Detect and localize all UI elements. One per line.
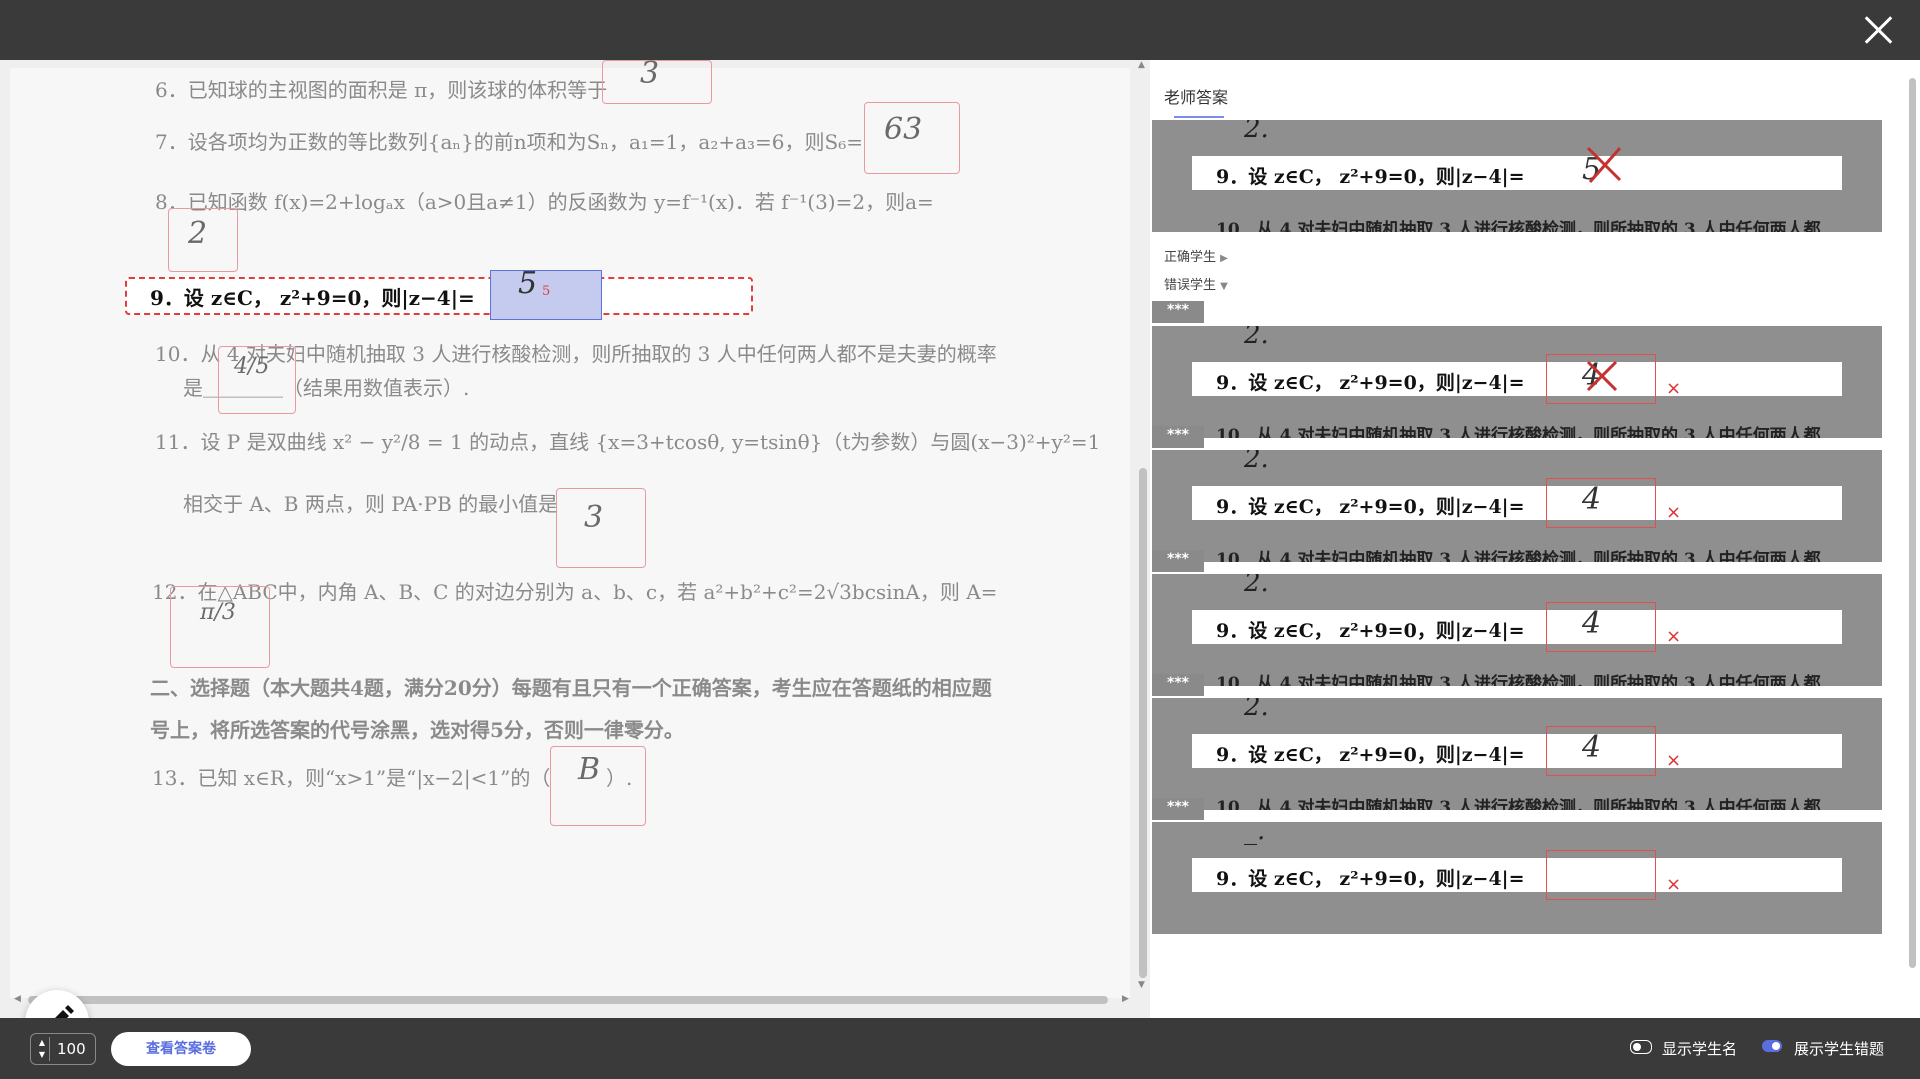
annotate-pen-button[interactable]	[25, 990, 89, 1018]
answer-7: 63	[884, 112, 923, 147]
answer-sheet-viewer[interactable]: 6．已知球的主视图的面积是 π，则该球的体积等于 3 7．设各项均为正数的等比数…	[0, 60, 1150, 1018]
show-student-errors-label: 展示学生错题	[1794, 1040, 1885, 1058]
next-question-fragment: 10．从 4 对夫妇中随机抽取 3 人进行核酸检测，则所抽取的 3 人中任何两人…	[1216, 674, 1821, 686]
next-question-fragment: 10．从 4 对夫妇中随机抽取 3 人进行核酸检测，则所抽取的 3 人中任何两人…	[1216, 798, 1821, 810]
student-question-text: 9．设 z∈C， z²+9=0，则|z−4|=	[1216, 868, 1525, 890]
show-student-name-toggle[interactable]	[1630, 1040, 1652, 1054]
question-11: 11．设 P 是双曲线 x² − y²/8 = 1 的动点，直线 {x=3+tc…	[155, 430, 1101, 454]
student-tag[interactable]: ***	[1152, 301, 1204, 323]
wrong-mark-icon: ×	[1666, 378, 1682, 399]
student-question-text: 9．设 z∈C， z²+9=0，则|z−4|=	[1216, 744, 1525, 766]
question-12: 12．在△ABC中，内角 A、B、C 的对边分别为 a、b、c，若 a²+b²+…	[152, 580, 998, 604]
bottom-toolbar: ▲ ▼ 100 查看答案卷 显示学生名 展示学生错题	[0, 1018, 1920, 1079]
answer-region-box	[1546, 478, 1656, 528]
answer-review-panel: 老师答案 2. 9．设 z∈C， z²+9=0，则|z−4|= 5 10．从 4…	[1150, 60, 1920, 1018]
question-13: 13．已知 x∈R，则“x>1”是“|x−2|<1”的（	[152, 766, 551, 790]
student-tag[interactable]: ***	[1152, 674, 1204, 696]
section-2-heading: 二、选择题（本大题共4题，满分20分）每题有且只有一个正确答案，考生应在答题纸的…	[150, 676, 992, 700]
panel-scroll-thumb[interactable]	[1909, 78, 1916, 968]
answer-region-box	[1546, 354, 1656, 404]
teacher-answer-strip: 2. 9．设 z∈C， z²+9=0，则|z−4|= 5 10．从 4 对夫妇中…	[1152, 120, 1882, 232]
answer-13: B	[578, 752, 601, 787]
toggle-knob	[1633, 1043, 1641, 1051]
view-answer-sheet-button[interactable]: 查看答案卷	[111, 1032, 251, 1066]
student-answer-strip[interactable]: _. 9．设 z∈C， z²+9=0，则|z−4|= ×	[1152, 822, 1882, 934]
question-11-cont: 相交于 A、B 两点，则 PA·PB 的最小值是	[183, 492, 559, 516]
answer-12: π/3	[200, 600, 236, 625]
prev-answer-fragment: 2.	[1244, 326, 1269, 350]
next-question-fragment: 10．从 4 对夫妇中随机抽取 3 人进行核酸检测，则所抽取的 3 人中任何两人…	[1216, 550, 1821, 562]
next-question-fragment: 10．从 4 对夫妇中随机抽取 3 人进行核酸检测，则所抽取的 3 人中任何两人…	[1216, 220, 1821, 232]
scroll-up-arrow-icon[interactable]: ▲	[1138, 60, 1145, 70]
show-student-errors-toggle[interactable]	[1762, 1040, 1782, 1052]
answer-region-box	[1546, 602, 1656, 652]
question-8: 8．已知函数 f(x)=2+logₐx（a>0且a≠1）的反函数为 y=f⁻¹(…	[155, 190, 934, 214]
student-tag[interactable]: ***	[1152, 798, 1204, 820]
wrong-mark-icon: ×	[1666, 750, 1682, 771]
cross-mark-icon	[1586, 146, 1622, 183]
zoom-stepper[interactable]: ▲ ▼ 100	[30, 1033, 96, 1065]
scroll-right-arrow-icon[interactable]: ▶	[1122, 994, 1129, 1004]
toggle-knob	[1772, 1042, 1780, 1050]
answer-8: 2	[188, 216, 208, 251]
answer-10: 4/5	[234, 354, 270, 379]
student-answer-strip[interactable]: 2. 9．设 z∈C， z²+9=0，则|z−4|= 4 × 10．从 4 对夫…	[1152, 574, 1882, 686]
answer-9-score: 5	[542, 284, 551, 299]
next-question-fragment: 10．从 4 对夫妇中随机抽取 3 人进行核酸检测，则所抽取的 3 人中任何两人…	[1216, 426, 1821, 438]
viewer-vertical-scroll-thumb[interactable]	[1139, 468, 1147, 978]
answer-6: 3	[640, 60, 660, 91]
viewer-vertical-scrollbar[interactable]	[1138, 68, 1148, 998]
prev-answer-fragment: _.	[1244, 822, 1266, 846]
caret-right-icon: ▶	[1220, 253, 1228, 264]
teacher-answer-tab[interactable]: 老师答案	[1164, 84, 1228, 108]
student-tag[interactable]: ***	[1152, 426, 1204, 448]
student-question-text: 9．设 z∈C， z²+9=0，则|z−4|=	[1216, 496, 1525, 518]
correct-students-label: 正确学生	[1164, 250, 1217, 265]
prev-answer-fragment: 2.	[1244, 450, 1269, 474]
student-tag[interactable]: ***	[1152, 550, 1204, 572]
answer-11: 3	[584, 500, 604, 535]
wrong-mark-icon: ×	[1666, 502, 1682, 523]
viewer-horizontal-scrollbar[interactable]	[10, 993, 1130, 1007]
question-7: 7．设各项均为正数的等比数列{aₙ}的前n项和为Sₙ，a₁=1，a₂+a₃=6，…	[155, 130, 864, 154]
zoom-spin-icon[interactable]: ▲ ▼	[35, 1037, 50, 1061]
wrong-students-toggle[interactable]: 错误学生 ▼	[1164, 274, 1228, 293]
question-6: 6．已知球的主视图的面积是 π，则该球的体积等于	[155, 78, 608, 102]
answer-box-12[interactable]	[170, 586, 270, 668]
correct-students-toggle[interactable]: 正确学生 ▶	[1164, 246, 1228, 265]
panel-scrollbar[interactable]	[1906, 68, 1918, 1008]
answer-9: 5	[518, 266, 538, 301]
pen-icon	[55, 1005, 74, 1018]
answer-region-box	[1546, 726, 1656, 776]
wrong-mark-icon: ×	[1666, 626, 1682, 647]
scroll-down-arrow-icon[interactable]: ▼	[1138, 980, 1145, 990]
scroll-left-arrow-icon[interactable]: ◀	[14, 994, 21, 1004]
wrong-mark-icon: ×	[1666, 874, 1682, 895]
student-answer-strip[interactable]: 2. 9．设 z∈C， z²+9=0，则|z−4|= 4 × 10．从 4 对夫…	[1152, 326, 1882, 438]
top-bar	[0, 0, 1920, 60]
student-answer-strip[interactable]: 2. 9．设 z∈C， z²+9=0，则|z−4|= 4 × 10．从 4 对夫…	[1152, 698, 1882, 810]
student-answer-strip[interactable]: 2. 9．设 z∈C， z²+9=0，则|z−4|= 4 × 10．从 4 对夫…	[1152, 450, 1882, 562]
teacher-question-text: 9．设 z∈C， z²+9=0，则|z−4|=	[1216, 166, 1525, 188]
question-9: 9．设 z∈C， z²+9=0，则|z−4|=	[150, 286, 475, 310]
prev-answer-fragment: 2.	[1244, 574, 1269, 598]
tab-underline	[1174, 116, 1224, 118]
caret-down-icon: ▼	[1220, 281, 1228, 292]
student-question-text: 9．设 z∈C， z²+9=0，则|z−4|=	[1216, 372, 1525, 394]
section-2-heading-cont: 号上，将所选答案的代号涂黑，选对得5分，否则一律零分。	[150, 718, 684, 742]
close-icon[interactable]	[1858, 10, 1898, 50]
answer-region-box	[1546, 850, 1656, 900]
student-question-text: 9．设 z∈C， z²+9=0，则|z−4|=	[1216, 620, 1525, 642]
show-student-name-label: 显示学生名	[1662, 1040, 1738, 1058]
prev-answer-fragment: 2.	[1244, 120, 1269, 144]
zoom-value[interactable]: 100	[57, 1040, 86, 1058]
wrong-students-label: 错误学生	[1164, 278, 1217, 293]
prev-answer-fragment: 2.	[1244, 698, 1269, 722]
viewer-horizontal-scroll-thumb[interactable]	[28, 996, 1108, 1004]
